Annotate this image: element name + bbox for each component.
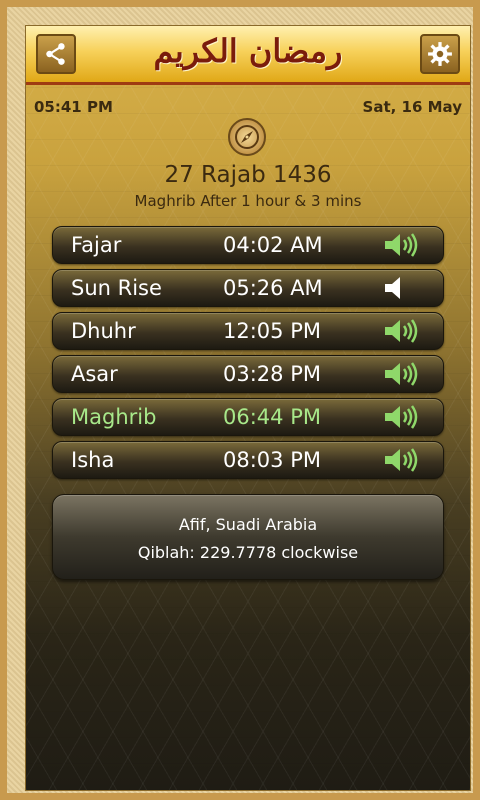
prayer-name: Asar — [71, 362, 118, 386]
settings-button[interactable] — [420, 34, 460, 74]
prayer-times-list: Fajar 04:02 AM Sun Rise 05:26 AM Dhuhr 1… — [52, 226, 444, 484]
speaker-on-icon[interactable] — [383, 232, 421, 258]
prayer-row-asar: Asar 03:28 PM — [52, 355, 444, 393]
prayer-row-isha: Isha 08:03 PM — [52, 441, 444, 479]
compass-icon[interactable] — [228, 118, 266, 156]
prayer-row-fajar: Fajar 04:02 AM — [52, 226, 444, 264]
prayer-row-dhuhr: Dhuhr 12:05 PM — [52, 312, 444, 350]
prayer-row-maghrib: Maghrib 06:44 PM — [52, 398, 444, 436]
prayer-name: Fajar — [71, 233, 122, 257]
speaker-muted-icon[interactable] — [383, 275, 421, 301]
location-info-panel[interactable]: Afif, Suadi Arabia Qiblah: 229.7778 cloc… — [52, 494, 444, 580]
current-time: 05:41 PM — [34, 98, 113, 116]
prayer-name: Dhuhr — [71, 319, 136, 343]
prayer-name: Isha — [71, 448, 115, 472]
ornate-frame: رمضان الكريم 05:41 PM Sat, 16 May 27 Raj… — [0, 0, 480, 800]
speaker-on-icon[interactable] — [383, 404, 421, 430]
gear-icon — [428, 42, 452, 66]
speaker-on-icon[interactable] — [383, 361, 421, 387]
prayer-row-sun-rise: Sun Rise 05:26 AM — [52, 269, 444, 307]
app-title: رمضان الكريم — [153, 32, 343, 70]
prayer-time: 08:03 PM — [223, 448, 321, 472]
prayer-name: Maghrib — [71, 405, 157, 429]
app-screen: رمضان الكريم 05:41 PM Sat, 16 May 27 Raj… — [25, 25, 471, 791]
speaker-on-icon[interactable] — [383, 318, 421, 344]
prayer-time: 03:28 PM — [223, 362, 321, 386]
share-icon — [46, 43, 65, 65]
prayer-time: 04:02 AM — [223, 233, 323, 257]
next-prayer-countdown: Maghrib After 1 hour & 3 mins — [134, 192, 362, 210]
prayer-time: 06:44 PM — [223, 405, 321, 429]
header-bar: رمضان الكريم — [26, 26, 470, 85]
prayer-time: 12:05 PM — [223, 319, 321, 343]
share-button[interactable] — [36, 34, 76, 74]
status-line: 05:41 PM Sat, 16 May — [34, 98, 462, 118]
current-date: Sat, 16 May — [362, 98, 462, 116]
prayer-name: Sun Rise — [71, 276, 162, 300]
hijri-date: 27 Rajab 1436 — [164, 162, 332, 188]
speaker-on-icon[interactable] — [383, 447, 421, 473]
qiblah-direction: Qiblah: 229.7778 clockwise — [137, 543, 359, 562]
location-name: Afif, Suadi Arabia — [178, 515, 318, 534]
prayer-time: 05:26 AM — [223, 276, 323, 300]
